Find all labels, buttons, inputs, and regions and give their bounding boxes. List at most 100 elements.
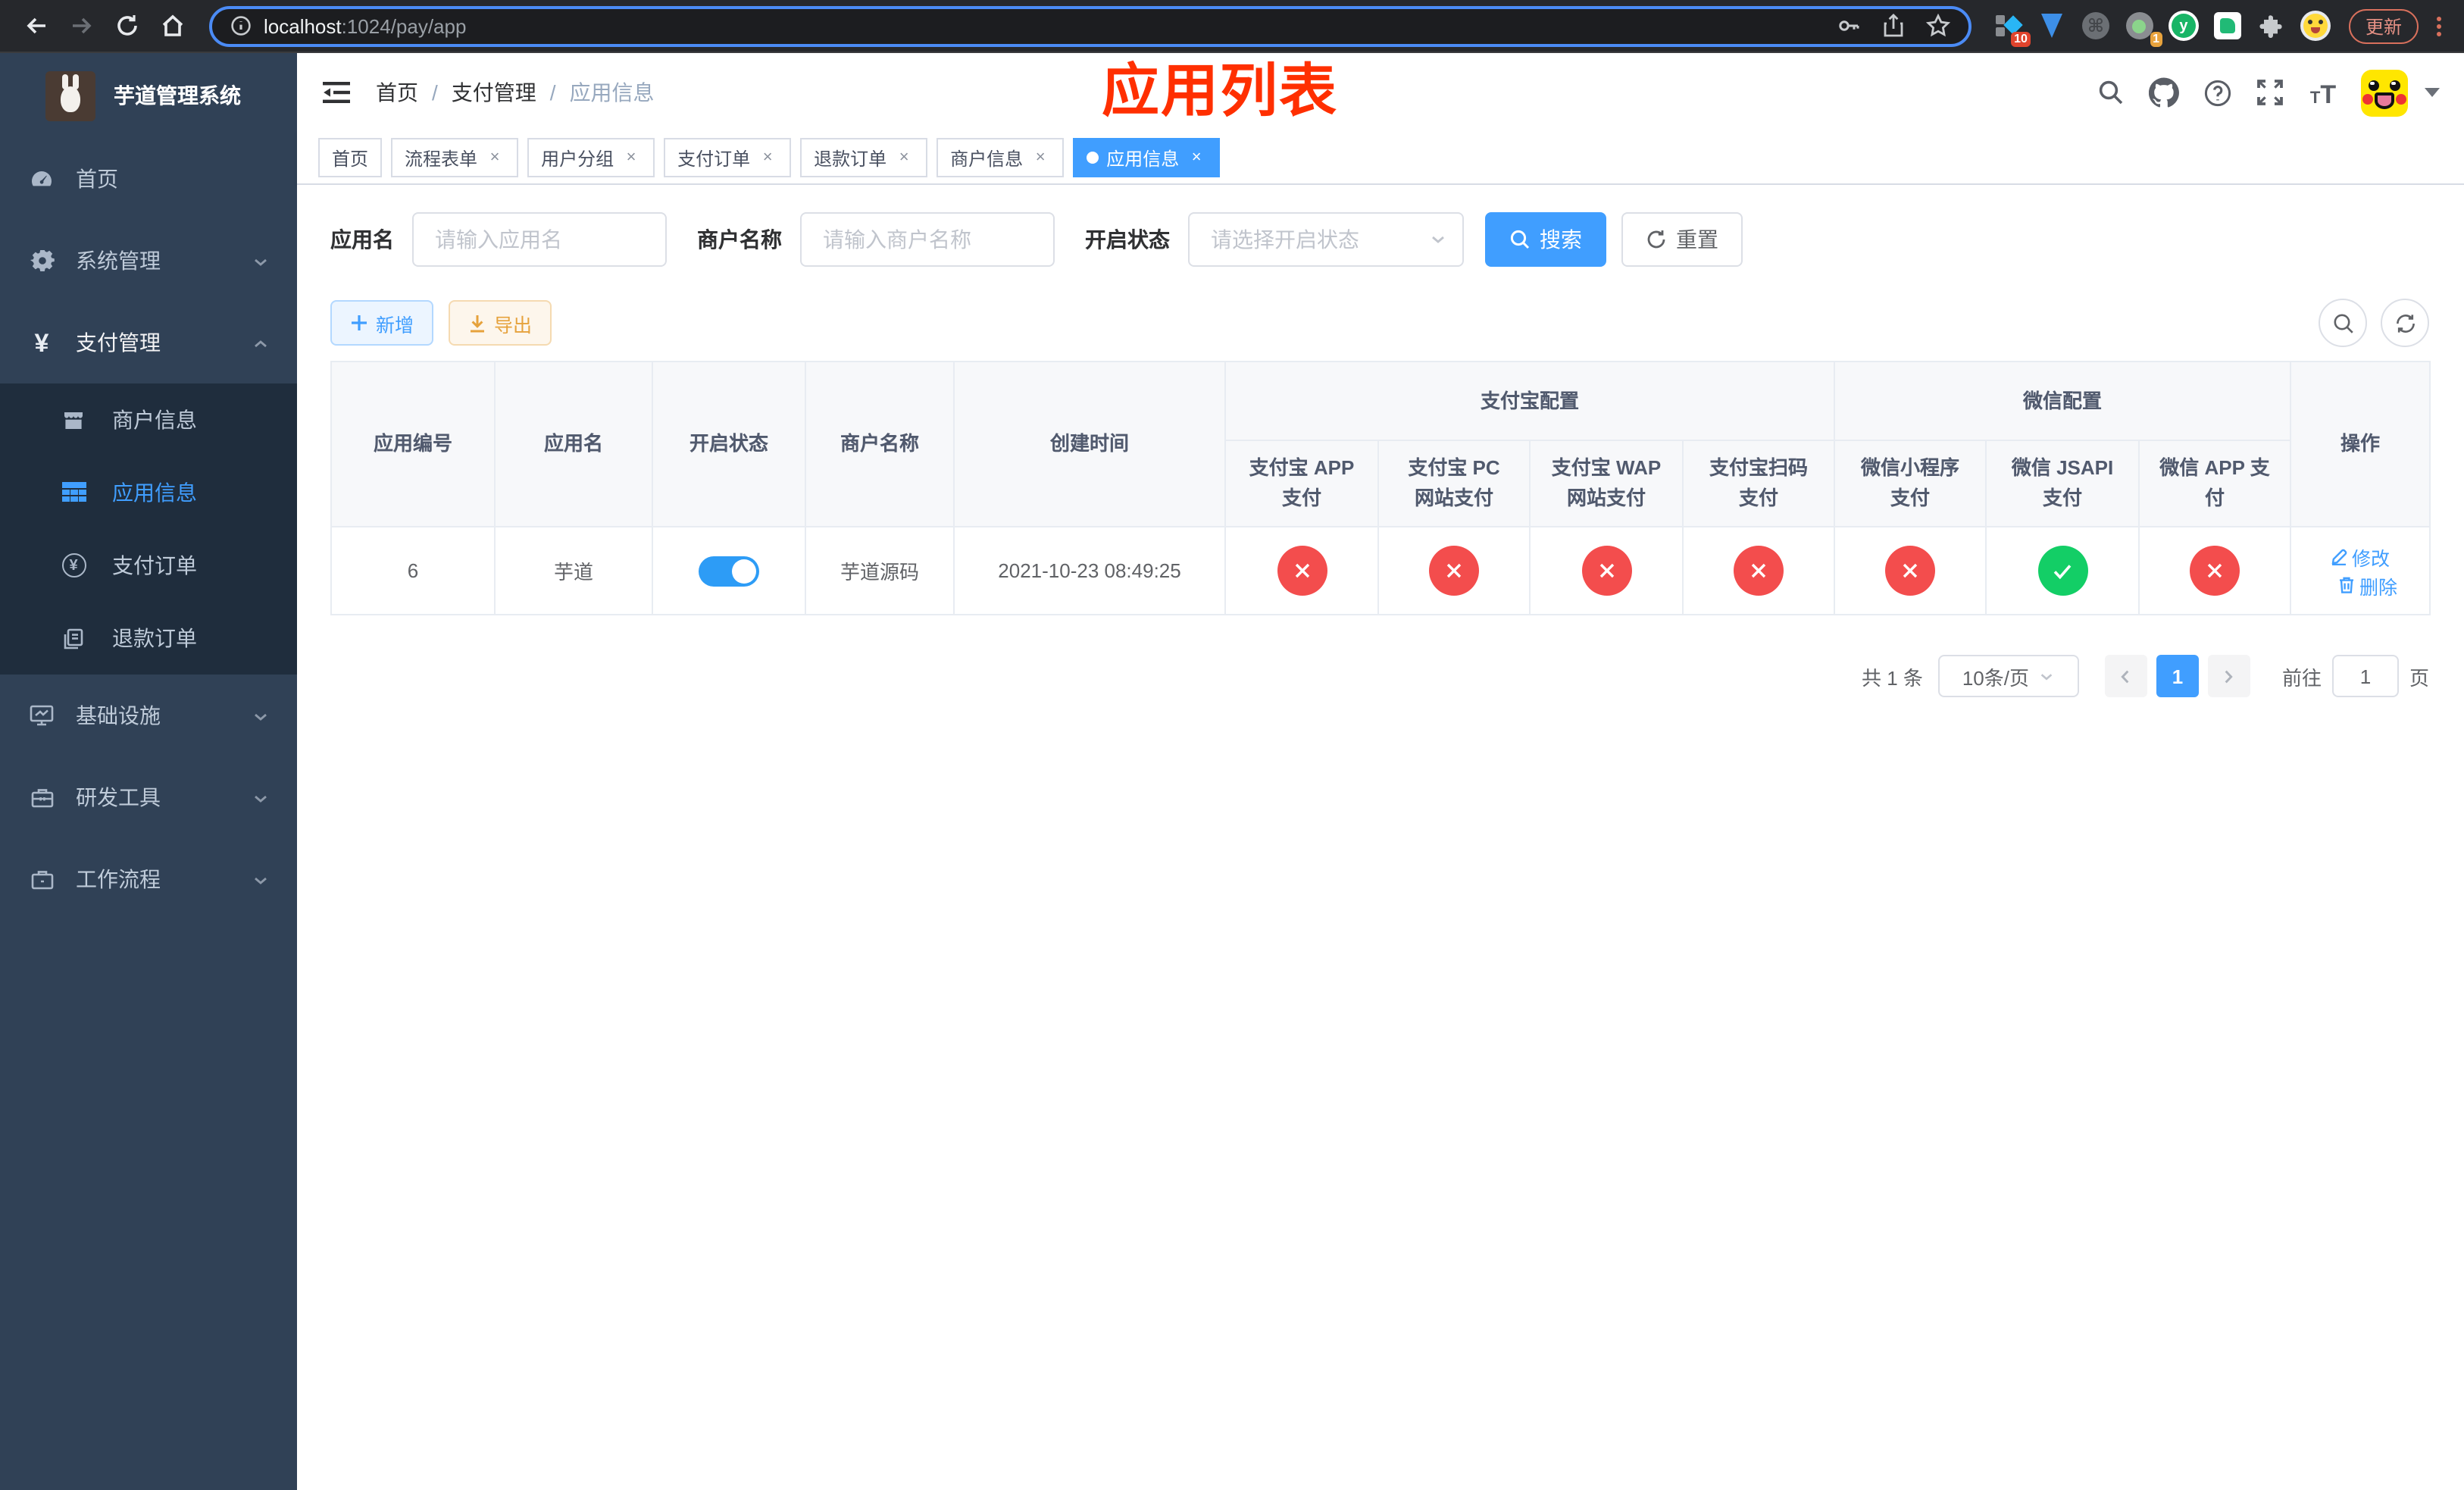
sidebar-item-infrastructure[interactable]: 基础设施 xyxy=(0,675,297,756)
address-bar[interactable]: localhost:1024/pay/app xyxy=(209,5,1972,46)
share-icon[interactable] xyxy=(1882,14,1905,38)
breadcrumb-payment[interactable]: 支付管理 xyxy=(452,77,536,108)
page-size-select[interactable]: 10条/页 xyxy=(1937,655,2079,697)
browser-update-button[interactable]: 更新 xyxy=(2348,8,2419,43)
recorder-extension-icon[interactable]: 1 xyxy=(2125,11,2162,47)
browser-back-icon[interactable] xyxy=(15,5,58,47)
app-logo[interactable]: 芋道管理系统 xyxy=(0,53,297,138)
top-navbar: 首页 / 支付管理 / 应用信息 应用列表 T T xyxy=(297,53,2464,132)
monkey-extension-icon[interactable]: 10 xyxy=(1993,11,2031,47)
col-app-name: 应用名 xyxy=(494,361,653,527)
breadcrumb-home[interactable]: 首页 xyxy=(376,77,418,108)
tab-refund-orders[interactable]: 退款订单 × xyxy=(800,138,928,177)
sidebar-collapse-icon[interactable] xyxy=(321,77,352,108)
prev-page-button[interactable] xyxy=(2104,655,2147,697)
col-actions: 操作 xyxy=(2290,361,2431,527)
reset-button[interactable]: 重置 xyxy=(1621,212,1743,267)
goto-label: 前往 xyxy=(2281,666,2322,689)
goto-page-input[interactable] xyxy=(2331,655,2399,697)
magnifier-icon xyxy=(1510,230,1530,249)
sidebar-item-home[interactable]: 首页 xyxy=(0,138,297,220)
delete-link[interactable]: 删除 xyxy=(2338,571,2397,599)
chevron-down-icon xyxy=(252,706,270,725)
plus-icon xyxy=(352,315,367,330)
profile-avatar-icon[interactable] xyxy=(2300,11,2331,41)
tab-user-group[interactable]: 用户分组 × xyxy=(527,138,655,177)
active-dot-icon xyxy=(1087,152,1099,164)
tab-process-form[interactable]: 流程表单 × xyxy=(391,138,519,177)
font-size-icon[interactable]: TT xyxy=(2308,77,2338,108)
sidebar-item-merchant-info[interactable]: 商户信息 xyxy=(0,383,297,456)
user-avatar[interactable] xyxy=(2361,69,2408,116)
table-grid-icon xyxy=(61,480,86,506)
cell-merchant: 芋道源码 xyxy=(805,526,955,615)
sidebar-item-workflow[interactable]: 工作流程 xyxy=(0,838,297,920)
next-page-button[interactable] xyxy=(2207,655,2250,697)
browser-home-icon[interactable] xyxy=(152,5,194,47)
tab-app-info[interactable]: 应用信息 × xyxy=(1073,138,1221,177)
page-1-button[interactable]: 1 xyxy=(2156,655,2199,697)
chevron-down-icon xyxy=(1432,236,1444,243)
sidebar-item-dev-tools[interactable]: 研发工具 xyxy=(0,756,297,838)
sidebar-item-pay-orders[interactable]: ¥ 支付订单 xyxy=(0,529,297,602)
toggle-search-button[interactable] xyxy=(2319,299,2367,347)
help-icon[interactable] xyxy=(2202,77,2232,108)
toolbox-icon xyxy=(29,784,55,810)
col-wx-jsapi: 微信 JSAPI 支付 xyxy=(1985,440,2140,527)
col-merchant: 商户名称 xyxy=(805,361,955,527)
app-name-input[interactable] xyxy=(412,212,667,267)
close-icon[interactable]: × xyxy=(758,148,777,167)
close-icon[interactable]: × xyxy=(485,148,505,167)
kite-extension-icon[interactable] xyxy=(2037,11,2067,41)
cross-icon xyxy=(1751,563,1766,578)
command-extension-icon[interactable]: ⌘ xyxy=(2081,11,2111,41)
app-table: 应用编号 应用名 开启状态 商户名称 创建时间 支付宝配置 微信配置 操作 支付… xyxy=(330,361,2431,615)
merchant-name-input[interactable] xyxy=(800,212,1055,267)
fullscreen-icon[interactable] xyxy=(2255,77,2285,108)
close-icon[interactable]: × xyxy=(1030,148,1050,167)
tags-view-bar: 首页 流程表单 × 用户分组 × 支付订单 × 退款订单 × 商户信息 × 应用信息 × xyxy=(297,132,2464,185)
site-info-icon[interactable] xyxy=(230,15,252,36)
enabled-toggle[interactable] xyxy=(699,556,759,586)
search-icon[interactable] xyxy=(2096,77,2126,108)
search-button[interactable]: 搜索 xyxy=(1485,212,1606,267)
yen-circle-icon: ¥ xyxy=(61,552,86,578)
bookmark-star-icon[interactable] xyxy=(1925,14,1950,38)
close-icon[interactable]: × xyxy=(894,148,914,167)
col-group-alipay: 支付宝配置 xyxy=(1224,361,1836,441)
cell-app-id: 6 xyxy=(330,526,496,615)
github-icon[interactable] xyxy=(2149,77,2179,108)
chat-extension-icon[interactable] xyxy=(2212,11,2243,41)
close-icon[interactable]: × xyxy=(621,148,641,167)
password-key-icon[interactable] xyxy=(1837,14,1861,38)
tab-home[interactable]: 首页 xyxy=(318,138,383,177)
dashboard-icon xyxy=(29,166,55,192)
browser-menu-icon[interactable] xyxy=(2428,13,2449,39)
tab-merchant-info[interactable]: 商户信息 × xyxy=(937,138,1065,177)
user-menu-caret-icon[interactable] xyxy=(2425,88,2440,97)
gear-icon xyxy=(29,248,55,274)
screen: localhost:1024/pay/app 10 ⌘ 1 y 更新 芋道管理系… xyxy=(0,0,2464,1490)
sidebar-item-payment[interactable]: ¥ 支付管理 xyxy=(0,302,297,383)
browser-forward-icon[interactable] xyxy=(61,5,103,47)
browser-reload-icon[interactable] xyxy=(106,5,149,47)
status-select[interactable]: 请选择开启状态 xyxy=(1188,212,1464,267)
navbar-actions: TT xyxy=(2096,69,2440,116)
magnifier-icon xyxy=(2333,313,2353,333)
sidebar-item-system[interactable]: 系统管理 xyxy=(0,220,297,302)
close-icon[interactable]: × xyxy=(1187,148,1206,167)
y-extension-icon[interactable]: y xyxy=(2168,11,2199,41)
alipay-pc-status xyxy=(1429,546,1479,596)
status-label: 开启状态 xyxy=(1085,227,1170,252)
sidebar-item-app-info[interactable]: 应用信息 xyxy=(0,456,297,529)
documents-icon xyxy=(61,625,86,651)
edit-link[interactable]: 修改 xyxy=(2331,542,2390,571)
sidebar-item-refund-orders[interactable]: 退款订单 xyxy=(0,602,297,675)
breadcrumb: 首页 / 支付管理 / 应用信息 xyxy=(376,77,655,108)
add-button[interactable]: 新增 xyxy=(330,300,434,346)
export-button[interactable]: 导出 xyxy=(449,300,552,346)
puzzle-extensions-icon[interactable] xyxy=(2256,11,2287,41)
table-toolbar: 新增 导出 xyxy=(330,299,2429,347)
refresh-table-button[interactable] xyxy=(2381,299,2429,347)
tab-pay-orders[interactable]: 支付订单 × xyxy=(664,138,792,177)
